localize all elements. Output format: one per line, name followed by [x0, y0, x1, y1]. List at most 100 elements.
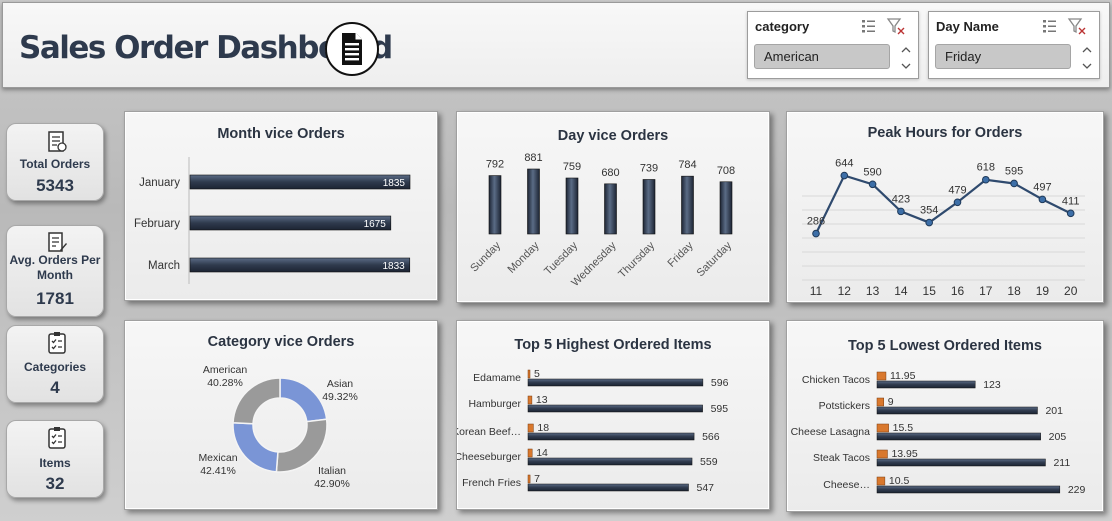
- data-point: [925, 218, 933, 227]
- data-label: 13.95: [891, 448, 917, 460]
- data-point: [840, 171, 849, 180]
- data-label: 13: [536, 394, 548, 406]
- bar: [876, 371, 887, 381]
- bar: [189, 215, 392, 231]
- category-label: Italian: [318, 465, 346, 477]
- data-label: 354: [920, 205, 938, 217]
- data-label: 680: [601, 167, 619, 179]
- tick-label: 19: [1036, 284, 1050, 298]
- clear-filter-icon[interactable]: [1067, 18, 1086, 35]
- bar: [527, 432, 695, 441]
- data-point: [812, 229, 820, 238]
- tick-label: 15: [923, 284, 937, 298]
- document-icon: [325, 22, 379, 76]
- data-label: 423: [892, 193, 910, 205]
- bar: [604, 183, 617, 235]
- category-label: American: [203, 364, 248, 376]
- tick-label: 14: [894, 284, 908, 298]
- slicer-item-selected[interactable]: American: [754, 44, 890, 69]
- kpi-value: 1781: [36, 289, 74, 308]
- data-label: 596: [711, 377, 729, 389]
- multi-select-icon[interactable]: [1043, 20, 1056, 33]
- data-point: [868, 180, 877, 189]
- data-label: 49.32%: [322, 391, 358, 403]
- data-label: 205: [1049, 431, 1067, 443]
- day-name-slicer: Day Name Friday: [928, 11, 1100, 79]
- kpi-value: 32: [45, 474, 65, 493]
- data-label: 1833: [383, 261, 406, 272]
- slicer-item-selected[interactable]: Friday: [935, 44, 1071, 69]
- bar: [527, 378, 704, 387]
- data-label: 618: [977, 162, 995, 174]
- kpi-value: 4: [50, 378, 60, 397]
- bar: [527, 168, 540, 235]
- day-orders-panel: Day vice Orders 792 Sunday 881 Monday 759 Tue…: [456, 111, 770, 303]
- data-label: 10.5: [889, 475, 910, 487]
- data-label: 123: [983, 379, 1001, 391]
- bar: [719, 181, 733, 235]
- bar: [876, 432, 1041, 441]
- data-label: 559: [700, 456, 718, 468]
- data-label: 40.28%: [207, 377, 243, 389]
- bar: [876, 458, 1046, 467]
- category-label: Steak Tacos: [813, 452, 870, 464]
- kpi-value: 5343: [36, 176, 74, 195]
- tick-label: 13: [866, 284, 880, 298]
- kpi-label: Categories: [23, 360, 87, 374]
- category-label: January: [139, 177, 180, 189]
- tick-label: Thursday: [616, 239, 657, 280]
- data-label: 42.41%: [200, 465, 236, 477]
- data-label: 411: [1062, 195, 1080, 207]
- kpi-label: Avg. Orders Per Month: [9, 253, 101, 282]
- peak-hours-chart: 286 11 644 12 590 13 423 14 354 15 479 16 618 17 595 18…: [802, 158, 1085, 298]
- kpi-avg-orders: Avg. Orders Per Month 1781: [6, 225, 104, 317]
- slicer-scrollbar[interactable]: [1081, 44, 1093, 72]
- bar: [527, 423, 534, 433]
- category-slicer: category American: [747, 11, 919, 79]
- bar: [189, 257, 411, 273]
- data-label: 286: [807, 216, 825, 228]
- checklist-icon: [46, 331, 68, 355]
- bar: [876, 476, 886, 486]
- tick-label: 16: [951, 284, 965, 298]
- day-orders-chart: 792Sunday881Monday759Tuesday680Wednesday…: [468, 152, 735, 289]
- data-label: 211: [1053, 457, 1070, 469]
- kpi-items: Items 32: [6, 420, 104, 498]
- invoice-icon: [46, 130, 68, 154]
- kpi-label: Items: [39, 456, 71, 470]
- data-label: 784: [678, 159, 696, 171]
- data-label: 479: [948, 184, 966, 196]
- data-point: [897, 207, 905, 216]
- clear-filter-icon[interactable]: [886, 18, 905, 35]
- data-label: 595: [711, 403, 729, 415]
- tick-label: Saturday: [695, 239, 735, 279]
- bar: [681, 175, 694, 235]
- category-orders-chart: American40.28% Asian49.32% Italian42.90% Me…: [198, 364, 358, 490]
- bar: [488, 175, 502, 235]
- slicer-title: category: [755, 19, 810, 34]
- data-label: 708: [717, 165, 735, 177]
- category-label: Mexican: [198, 452, 237, 464]
- tick-label: Sunday: [468, 239, 503, 274]
- data-label: 547: [697, 482, 715, 494]
- bar: [876, 423, 889, 433]
- slicer-scrollbar[interactable]: [900, 44, 912, 72]
- tick-label: 18: [1007, 284, 1021, 298]
- data-label: 566: [702, 431, 720, 443]
- category-label: Chicken Tacos: [802, 374, 870, 386]
- category-label: February: [134, 218, 180, 230]
- month-orders-panel: Month vice Orders January 1835 February 167…: [124, 111, 438, 301]
- data-label: 590: [863, 166, 881, 178]
- bar: [527, 395, 533, 405]
- data-label: 14: [536, 447, 548, 459]
- data-label: 229: [1068, 484, 1086, 496]
- dashboard-header: Sales Order Dashboard category American …: [2, 2, 1110, 88]
- data-point: [982, 175, 990, 184]
- category-label: French Fries: [462, 477, 521, 489]
- category-label: Potstickers: [819, 400, 870, 412]
- top5-lowest-panel: Top 5 Lowest Ordered Items Chicken Tacos…: [786, 320, 1104, 512]
- category-label: Hamburger: [468, 398, 521, 410]
- multi-select-icon[interactable]: [862, 20, 875, 33]
- bar: [876, 406, 1038, 415]
- bar: [642, 179, 656, 235]
